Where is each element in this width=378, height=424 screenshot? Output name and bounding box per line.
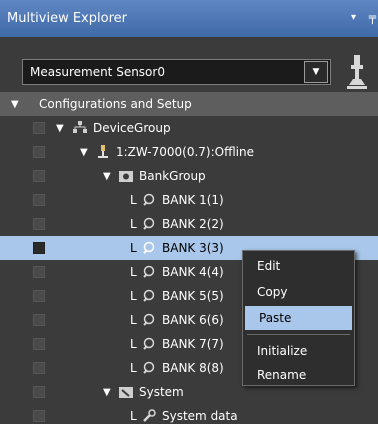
node-checkbox[interactable]	[33, 362, 45, 374]
tree-connector: L	[130, 193, 137, 207]
tree-node-configurations[interactable]: ▼ Configurations and Setup	[0, 92, 378, 116]
tree-node-label: 1:ZW-7000(0.7):Offline	[116, 145, 255, 159]
node-checkbox[interactable]	[33, 122, 45, 134]
bank-icon	[143, 289, 155, 302]
tree-connector: L	[130, 289, 137, 303]
tree-node-label: BANK 7(7)	[162, 337, 224, 351]
tree-node-device[interactable]: ▼ 1:ZW-7000(0.7):Offline	[0, 140, 378, 164]
tree-node-bankgroup[interactable]: ▼ BankGroup	[0, 164, 378, 188]
bank-icon	[143, 241, 155, 254]
tree-connector: L	[130, 265, 137, 279]
tree-node-label: BANK 3(3)	[162, 241, 224, 255]
tree-node-label: DeviceGroup	[93, 121, 171, 135]
node-checkbox[interactable]	[33, 266, 45, 278]
tree-node-label: Configurations and Setup	[39, 97, 192, 111]
pin-icon[interactable]: ╤	[369, 10, 376, 24]
expand-triangle-icon[interactable]: ▼	[103, 171, 111, 182]
tree-connector: L	[130, 241, 137, 255]
tree-node-bank[interactable]: L BANK 2(2)	[0, 212, 378, 236]
tree-connector: L	[130, 217, 137, 231]
chevron-down-icon[interactable]: ▼	[304, 61, 328, 83]
tree-node-label: BANK 8(8)	[162, 361, 224, 375]
bank-icon	[143, 313, 155, 326]
system-folder-icon	[119, 387, 133, 398]
bank-icon	[143, 217, 155, 230]
bank-group-icon	[119, 171, 133, 182]
device-group-icon	[73, 121, 87, 133]
sensor-dropdown[interactable]: Measurement Sensor0 ▼	[22, 59, 331, 85]
tree-node-label: BANK 2(2)	[162, 217, 224, 231]
sensor-device-icon	[98, 145, 108, 158]
tree-node-bank[interactable]: L BANK 1(1)	[0, 188, 378, 212]
panel-title-bar: Multiview Explorer ▾ ╤	[0, 0, 378, 37]
wrench-icon	[143, 409, 156, 422]
expand-triangle-icon[interactable]: ▼	[103, 387, 111, 398]
menu-item-rename[interactable]: Rename	[243, 363, 354, 387]
node-checkbox[interactable]	[33, 194, 45, 206]
node-checkbox[interactable]	[33, 242, 45, 254]
bank-icon	[143, 265, 155, 278]
expand-triangle-icon[interactable]: ▼	[11, 99, 19, 110]
expand-triangle-icon[interactable]: ▼	[80, 147, 88, 158]
pin-icon[interactable]: ▾	[351, 12, 356, 23]
node-checkbox[interactable]	[33, 410, 45, 422]
node-checkbox[interactable]	[33, 290, 45, 302]
menu-item-paste[interactable]: Paste	[245, 306, 352, 330]
bank-icon	[143, 193, 155, 206]
tree-node-label: BANK 4(4)	[162, 265, 224, 279]
node-checkbox[interactable]	[33, 386, 45, 398]
menu-item-edit[interactable]: Edit	[243, 254, 354, 278]
menu-separator	[247, 334, 350, 335]
menu-item-initialize[interactable]: Initialize	[243, 339, 354, 363]
tree-node-system-data[interactable]: L System data	[0, 404, 378, 424]
tree-node-label: BANK 5(5)	[162, 289, 224, 303]
tree-node-label: BankGroup	[139, 169, 206, 183]
tree-node-label: System data	[162, 409, 238, 423]
tree-connector: L	[130, 361, 137, 375]
probe-icon[interactable]	[347, 55, 367, 89]
tree-node-label: BANK 1(1)	[162, 193, 224, 207]
panel-title: Multiview Explorer	[7, 11, 127, 26]
bank-icon	[143, 337, 155, 350]
tree-connector: L	[130, 337, 137, 351]
tree-connector: L	[130, 313, 137, 327]
sensor-dropdown-value: Measurement Sensor0	[30, 65, 165, 79]
tree-connector: L	[130, 409, 137, 423]
node-checkbox[interactable]	[33, 314, 45, 326]
context-menu: Edit Copy Paste Initialize Rename	[242, 250, 355, 386]
node-checkbox[interactable]	[33, 218, 45, 230]
node-checkbox[interactable]	[33, 338, 45, 350]
tree-node-label: System	[139, 385, 184, 399]
expand-triangle-icon[interactable]: ▼	[56, 123, 64, 134]
bank-icon	[143, 361, 155, 374]
tree-node-label: BANK 6(6)	[162, 313, 224, 327]
node-checkbox[interactable]	[33, 170, 45, 182]
tree-node-devicegroup[interactable]: ▼ DeviceGroup	[0, 116, 378, 140]
node-checkbox[interactable]	[33, 146, 45, 158]
menu-item-copy[interactable]: Copy	[243, 280, 354, 304]
